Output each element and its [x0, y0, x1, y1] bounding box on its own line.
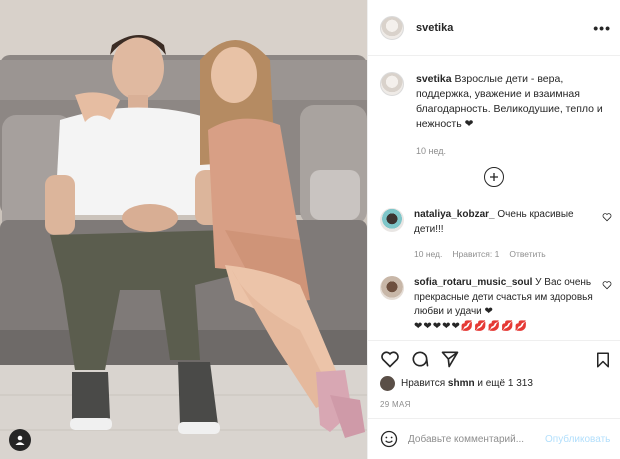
- caption-username[interactable]: svetika: [416, 73, 452, 85]
- plus-icon: [490, 173, 498, 181]
- comment-like-heart-icon[interactable]: [602, 280, 612, 290]
- comment-like-heart-icon[interactable]: [602, 212, 612, 222]
- comment-likes[interactable]: Нравится: 1: [452, 247, 499, 262]
- likes-prefix: Нравится: [401, 378, 446, 389]
- comment-username[interactable]: sofia_rotaru_music_soul: [414, 277, 532, 288]
- likes-user[interactable]: shmn: [448, 378, 475, 389]
- post-date: 29 МАЯ: [380, 400, 411, 409]
- comment-item: nataliya_kobzar_ Очень красивые дети!!! …: [380, 208, 615, 262]
- heart-icon[interactable]: [380, 349, 400, 369]
- comment-body: sofia_rotaru_music_soul У Вас очень прек…: [414, 276, 594, 334]
- caption-avatar[interactable]: [380, 72, 404, 96]
- comment-reply-link[interactable]: Ответить: [509, 247, 545, 262]
- caption-text-block: svetika Взрослые дети - вера, поддержка,…: [416, 72, 606, 159]
- comment-avatar[interactable]: [380, 208, 404, 232]
- comment-meta: 10 нед. Нравится: 1 Ответить: [414, 247, 594, 262]
- likes-count[interactable]: и ещё 1 313: [477, 378, 533, 389]
- publish-button[interactable]: Опубликовать: [545, 434, 610, 445]
- add-comment-bar: Опубликовать: [368, 418, 620, 459]
- header-username[interactable]: svetika: [416, 22, 453, 34]
- post-header: svetika •••: [368, 0, 620, 56]
- post-photo[interactable]: [0, 0, 367, 459]
- user-tag-button[interactable]: [9, 429, 31, 451]
- caption: svetika Взрослые дети - вера, поддержка,…: [380, 72, 610, 159]
- comment-body: nataliya_kobzar_ Очень красивые дети!!! …: [414, 208, 594, 262]
- load-more-comments-button[interactable]: [484, 167, 504, 187]
- caption-time: 10 нед.: [416, 146, 447, 156]
- likes-summary[interactable]: Нравится shmn и ещё 1 313: [380, 376, 533, 391]
- post-actions-bar: [368, 340, 620, 377]
- post-side-panel: svetika ••• svetika Взрослые дети - вера…: [367, 0, 620, 459]
- user-tag-icon: [15, 435, 25, 445]
- post-photo-illustration: [0, 0, 367, 459]
- liker-avatar: [380, 376, 395, 391]
- comment-username[interactable]: nataliya_kobzar_: [414, 209, 495, 220]
- comment-avatar[interactable]: [380, 276, 404, 300]
- comment-input[interactable]: [408, 433, 543, 445]
- share-icon[interactable]: [440, 349, 460, 369]
- avatar[interactable]: [380, 15, 404, 40]
- bookmark-icon[interactable]: [594, 350, 612, 370]
- comment-emoji-line: ❤❤❤❤❤💋💋💋💋💋: [414, 320, 529, 332]
- more-icon[interactable]: •••: [593, 20, 611, 36]
- comment-icon[interactable]: [410, 349, 430, 369]
- comment-time: 10 нед.: [414, 249, 443, 259]
- comment-item: sofia_rotaru_music_soul У Вас очень прек…: [380, 276, 615, 334]
- emoji-icon[interactable]: [380, 430, 398, 448]
